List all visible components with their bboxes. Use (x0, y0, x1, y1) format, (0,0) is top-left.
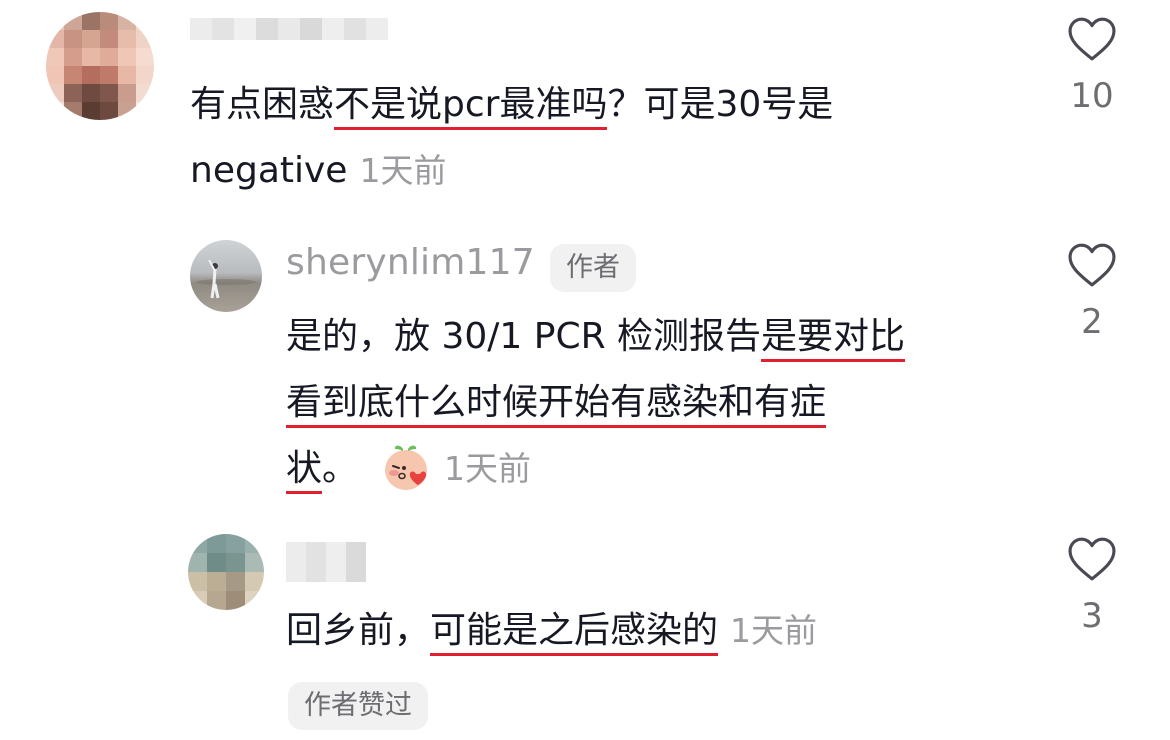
like-button[interactable]: 10 (1062, 16, 1122, 116)
comment-text-underlined: 不是说pcr最准吗 (334, 84, 608, 130)
comment-text-underlined: 状 (286, 448, 323, 494)
comment-text-segment: negative (190, 150, 348, 191)
like-count: 2 (1081, 302, 1103, 342)
comment-time: 1天前 (359, 151, 447, 190)
username-blurred[interactable] (190, 18, 388, 40)
comment-text: 是的，放 30/1 PCR 检测报告是要对比 看到底什么时候开始有感染和有症 状… (286, 304, 1006, 502)
heart-outline-icon (1068, 17, 1116, 61)
comment-text-segment: 回乡前， (286, 610, 431, 651)
username-blurred[interactable] (286, 542, 366, 582)
heart-outline-icon (1068, 537, 1116, 581)
reply-item: sherynlim117 作者 是的，放 30/1 PCR 检测报告是要对比 看… (0, 230, 1170, 520)
avatar[interactable] (188, 534, 264, 610)
author-liked-badge: 作者赞过 (288, 682, 428, 730)
like-count: 10 (1070, 76, 1114, 116)
comment-text-segment: 是的，放 30/1 PCR 检测报告 (286, 316, 762, 357)
comment-item: 有点困惑不是说pcr最准吗？可是30号是 negative 1天前 10 (0, 0, 1170, 230)
heart-outline-icon (1068, 243, 1116, 287)
username[interactable]: sherynlim117 (286, 242, 535, 283)
comment-text: 有点困惑不是说pcr最准吗？可是30号是 negative 1天前 (190, 72, 1030, 204)
reply-item: 回乡前，可能是之后感染的 1天前 作者赞过 3 (0, 520, 1170, 740)
avatar[interactable] (190, 240, 262, 312)
comment-text-underlined: 看到底什么时候开始有感染和有症 (286, 382, 827, 428)
like-button[interactable]: 2 (1062, 242, 1122, 342)
comment-text-underlined: 可能是之后感染的 (430, 610, 719, 656)
comment-text-segment: 。 (322, 448, 359, 489)
comment-text-segment: ？可是30号是 (607, 84, 834, 125)
comment-text: 回乡前，可能是之后感染的 1天前 (286, 598, 1006, 664)
person-figure-icon (196, 259, 256, 299)
like-count: 3 (1081, 596, 1103, 636)
blushing-peach-emoji-icon (380, 440, 432, 492)
avatar[interactable] (46, 12, 154, 120)
author-badge: 作者 (550, 244, 636, 292)
comment-text-underlined: 是要对比 (761, 316, 906, 362)
like-button[interactable]: 3 (1062, 536, 1122, 636)
comment-time: 1天前 (444, 449, 532, 488)
comment-text-segment: 有点困惑 (190, 84, 335, 125)
comment-time: 1天前 (730, 611, 818, 650)
